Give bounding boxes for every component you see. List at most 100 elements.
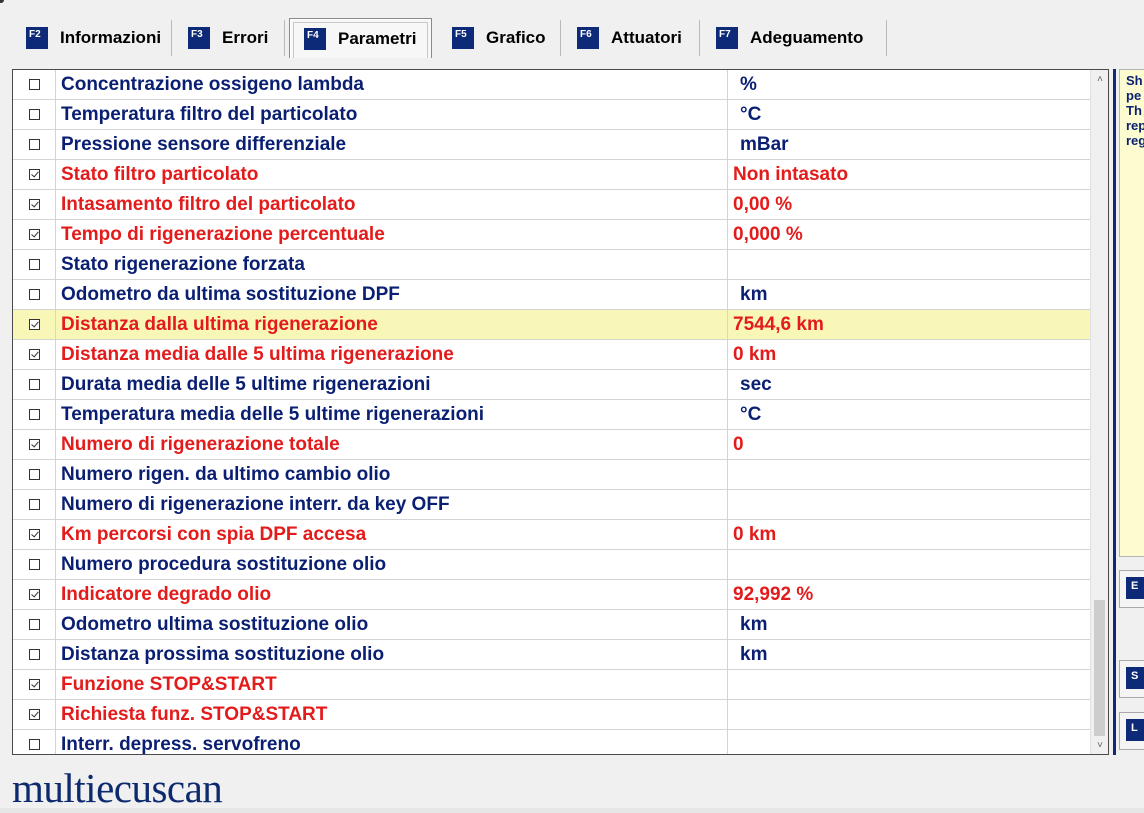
vertical-scrollbar[interactable]: ˄ ˅ — [1090, 70, 1108, 754]
checkbox-cell — [13, 400, 56, 429]
tab-label: Informazioni — [60, 28, 162, 47]
parameter-name: Richiesta funz. STOP&START — [56, 700, 728, 729]
checkbox-unchecked[interactable] — [28, 469, 40, 480]
parameter-value — [728, 670, 1090, 699]
l-key-icon: L — [1126, 719, 1144, 741]
table-row[interactable]: Stato filtro particolato Non intasato — [13, 160, 1090, 190]
checkbox-checked[interactable] — [28, 319, 40, 330]
table-row[interactable]: Concentrazione ossigeno lambda% — [13, 70, 1090, 100]
scroll-thumb[interactable] — [1094, 600, 1105, 736]
window-corner — [0, 0, 4, 3]
checkbox-unchecked[interactable] — [28, 619, 40, 630]
table-row[interactable]: Funzione STOP&START — [13, 670, 1090, 700]
checkbox-unchecked[interactable] — [28, 499, 40, 510]
checkbox-cell — [13, 250, 56, 279]
parameter-value — [728, 250, 1090, 279]
tab-parametri[interactable]: F4 Parametri — [289, 18, 432, 58]
checkbox-unchecked[interactable] — [28, 259, 40, 270]
parameter-value — [728, 490, 1090, 519]
e-key-icon: E — [1126, 577, 1144, 599]
tab-attuatori[interactable]: F6 Attuatori — [561, 20, 700, 56]
parameter-name: Numero procedura sostituzione olio — [56, 550, 728, 579]
side-button-l[interactable]: L — [1119, 712, 1144, 750]
checkbox-cell — [13, 220, 56, 249]
multiecuscan-logo: multiecuscan — [12, 765, 223, 811]
table-row[interactable]: Durata media delle 5 ultime rigenerazion… — [13, 370, 1090, 400]
table-row[interactable]: Pressione sensore differenziale mBar — [13, 130, 1090, 160]
parameter-name: Concentrazione ossigeno lambda — [56, 70, 728, 99]
checkbox-checked[interactable] — [28, 439, 40, 450]
parameter-value: km — [740, 613, 768, 635]
parameter-value: Non intasato — [733, 163, 849, 185]
checkbox-checked[interactable] — [28, 589, 40, 600]
parameter-name: Intasamento filtro del particolato — [56, 190, 728, 219]
table-row[interactable]: Numero procedura sostituzione olio — [13, 550, 1090, 580]
checkbox-cell — [13, 640, 56, 669]
table-row[interactable]: Stato rigenerazione forzata — [13, 250, 1090, 280]
table-row[interactable]: Distanza prossima sostituzione olio km — [13, 640, 1090, 670]
tab-grafico[interactable]: F5 Grafico — [436, 20, 561, 56]
checkbox-unchecked[interactable] — [28, 139, 40, 150]
checkbox-checked[interactable] — [28, 199, 40, 210]
checkbox-unchecked[interactable] — [28, 409, 40, 420]
table-row[interactable]: Intasamento filtro del particolato 0,00 % — [13, 190, 1090, 220]
info-line: Sh — [1126, 73, 1143, 88]
table-row[interactable]: Distanza media dalle 5 ultima rigenerazi… — [13, 340, 1090, 370]
table-row[interactable]: Odometro da ultima sostituzione DPF km — [13, 280, 1090, 310]
parameter-name: Tempo di rigenerazione percentuale — [56, 220, 728, 249]
table-row[interactable]: Numero rigen. da ultimo cambio olio — [13, 460, 1090, 490]
checkbox-cell — [13, 730, 56, 754]
scroll-down-icon[interactable]: ˅ — [1091, 736, 1108, 754]
checkbox-unchecked[interactable] — [28, 649, 40, 660]
tab-informazioni[interactable]: F2 Informazioni — [10, 20, 172, 56]
parameter-name: Temperatura media delle 5 ultime rigener… — [56, 400, 728, 429]
table-row[interactable]: Temperatura filtro del particolato °C — [13, 100, 1090, 130]
checkbox-unchecked[interactable] — [28, 109, 40, 120]
scroll-up-icon[interactable]: ˄ — [1091, 70, 1108, 88]
parameter-value: 0,000 % — [733, 223, 803, 245]
parameter-name: Distanza dalla ultima rigenerazione — [56, 310, 728, 339]
tab-adeguamento[interactable]: F7 Adeguamento — [700, 20, 887, 56]
tab-label: Parametri — [338, 28, 417, 48]
table-row[interactable]: Tempo di rigenerazione percentuale 0,000 … — [13, 220, 1090, 250]
table-row[interactable]: Indicatore degrado olio 92,992 % — [13, 580, 1090, 610]
checkbox-unchecked[interactable] — [28, 379, 40, 390]
parameter-name: Distanza prossima sostituzione olio — [56, 640, 728, 669]
checkbox-cell — [13, 460, 56, 489]
checkbox-checked[interactable] — [28, 679, 40, 690]
side-button-e[interactable]: E — [1119, 570, 1144, 608]
parameter-value: mBar — [740, 133, 789, 155]
table-row[interactable]: Richiesta funz. STOP&START — [13, 700, 1090, 730]
checkbox-unchecked[interactable] — [28, 559, 40, 570]
info-panel: ShpeThrepreg — [1119, 69, 1144, 557]
parameter-value: 0 km — [733, 343, 777, 365]
checkbox-cell — [13, 580, 56, 609]
table-row[interactable]: Km percorsi con spia DPF accesa 0 km — [13, 520, 1090, 550]
f4-key-icon: F4 — [304, 27, 326, 50]
checkbox-checked[interactable] — [28, 709, 40, 720]
table-row[interactable]: Numero di rigenerazione totale 0 — [13, 430, 1090, 460]
parameter-name: Numero di rigenerazione interr. da key O… — [56, 490, 728, 519]
checkbox-unchecked[interactable] — [28, 739, 40, 750]
parameter-name: Interr. depress. servofreno — [56, 730, 728, 754]
tab-errori[interactable]: F3 Errori — [172, 20, 285, 56]
checkbox-checked[interactable] — [28, 529, 40, 540]
table-row[interactable]: Temperatura media delle 5 ultime rigener… — [13, 400, 1090, 430]
parameter-name: Durata media delle 5 ultime rigenerazion… — [56, 370, 728, 399]
table-row[interactable]: Odometro ultima sostituzione olio km — [13, 610, 1090, 640]
table-row[interactable]: Numero di rigenerazione interr. da key O… — [13, 490, 1090, 520]
checkbox-unchecked[interactable] — [28, 289, 40, 300]
table-row[interactable]: Interr. depress. servofreno — [13, 730, 1090, 754]
checkbox-checked[interactable] — [28, 169, 40, 180]
parameter-name: Numero di rigenerazione totale — [56, 430, 728, 459]
parameter-name: Odometro da ultima sostituzione DPF — [56, 280, 728, 309]
parameter-name: Stato rigenerazione forzata — [56, 250, 728, 279]
checkbox-checked[interactable] — [28, 349, 40, 360]
parameter-name: Temperatura filtro del particolato — [56, 100, 728, 129]
tab-label: Adeguamento — [750, 28, 864, 47]
checkbox-cell — [13, 190, 56, 219]
checkbox-unchecked[interactable] — [28, 79, 40, 90]
side-button-s[interactable]: S — [1119, 660, 1144, 698]
table-row[interactable]: Distanza dalla ultima rigenerazione 7544,… — [13, 310, 1090, 340]
checkbox-checked[interactable] — [28, 229, 40, 240]
